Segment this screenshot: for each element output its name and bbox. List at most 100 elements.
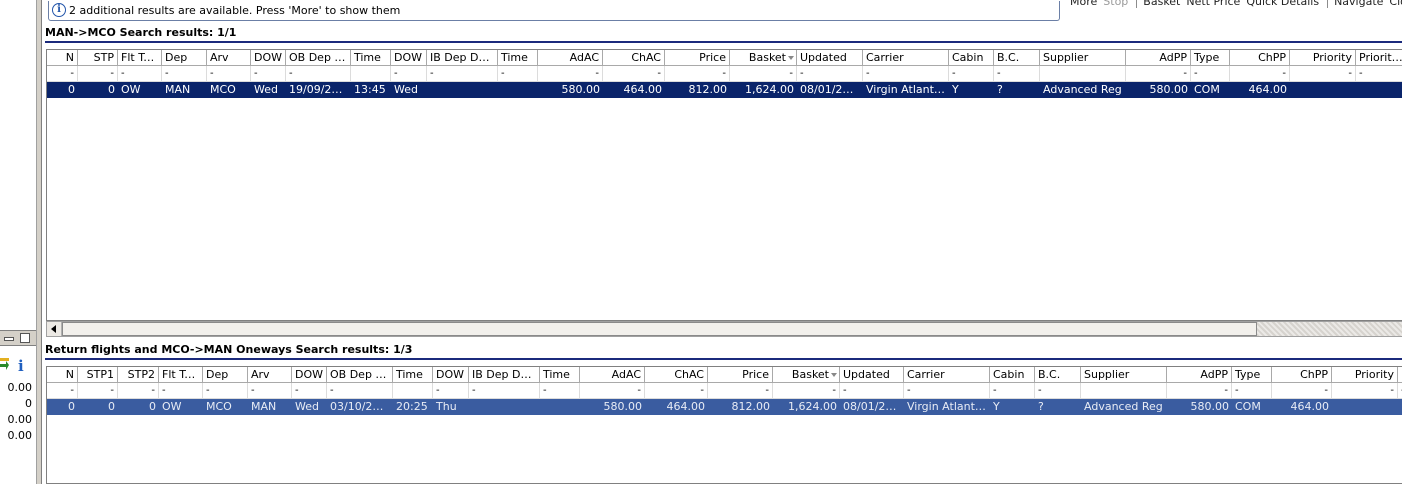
outbound-results-grid[interactable]: N STP Flt Type Dep Arv DOW OB Dep D... Time DOW I… bbox=[46, 49, 1402, 321]
filter-cell[interactable]: - bbox=[251, 66, 286, 82]
column-header[interactable]: N bbox=[47, 367, 78, 383]
filter-cell[interactable]: - bbox=[1230, 66, 1290, 82]
filter-cell[interactable]: - bbox=[47, 66, 78, 82]
filter-cell[interactable]: - bbox=[118, 383, 159, 399]
column-header[interactable]: Priority de bbox=[1356, 50, 1402, 66]
column-header[interactable]: ChAC bbox=[645, 367, 708, 383]
filter-cell[interactable]: - bbox=[665, 66, 730, 82]
column-header[interactable]: AdAC bbox=[580, 367, 645, 383]
filter-cell[interactable]: - bbox=[1332, 383, 1398, 399]
column-header[interactable]: OB Dep D... bbox=[286, 50, 351, 66]
column-header[interactable]: Type bbox=[1232, 367, 1272, 383]
toolbar-quick-details-button[interactable]: Quick Details bbox=[1246, 0, 1319, 8]
filter-cell[interactable]: - bbox=[78, 383, 118, 399]
column-header[interactable]: Dep bbox=[162, 50, 207, 66]
column-header[interactable]: Type bbox=[1191, 50, 1230, 66]
column-header[interactable]: ChPP bbox=[1230, 50, 1290, 66]
column-header[interactable]: Dep bbox=[203, 367, 248, 383]
filter-cell[interactable]: - bbox=[427, 66, 498, 82]
column-header[interactable]: Price bbox=[665, 50, 730, 66]
column-header[interactable]: Time bbox=[393, 367, 433, 383]
column-header[interactable]: N bbox=[47, 50, 78, 66]
column-header[interactable]: STP1 bbox=[78, 367, 118, 383]
filter-cell[interactable]: - bbox=[730, 66, 797, 82]
filter-cell[interactable]: - bbox=[603, 66, 665, 82]
info-icon[interactable]: i bbox=[18, 357, 28, 375]
column-header[interactable]: Arv bbox=[207, 50, 251, 66]
filter-cell[interactable]: - bbox=[207, 66, 251, 82]
scroll-left-arrow-icon[interactable] bbox=[47, 322, 62, 336]
column-header[interactable]: Updated bbox=[840, 367, 904, 383]
filter-cell[interactable]: - bbox=[1398, 383, 1402, 399]
minimize-icon[interactable] bbox=[4, 337, 14, 341]
filter-cell[interactable]: - bbox=[863, 66, 949, 82]
filter-cell[interactable]: - bbox=[327, 383, 393, 399]
filter-cell[interactable]: - bbox=[159, 383, 203, 399]
filter-cell[interactable]: - bbox=[47, 383, 78, 399]
filter-cell[interactable]: - bbox=[840, 383, 904, 399]
filter-cell[interactable] bbox=[1081, 383, 1167, 399]
column-header[interactable]: STP bbox=[78, 50, 118, 66]
column-header[interactable]: Flt Type bbox=[118, 50, 162, 66]
return-results-grid[interactable]: N STP1 STP2 Flt Type Dep Arv DOW OB Dep D... Tim… bbox=[46, 366, 1402, 484]
filter-cell[interactable] bbox=[1040, 66, 1126, 82]
filter-cell[interactable]: - bbox=[469, 383, 540, 399]
toolbar-navigate-button[interactable]: Navigate bbox=[1334, 0, 1383, 8]
filter-cell[interactable]: - bbox=[708, 383, 773, 399]
sort-descending-icon[interactable] bbox=[788, 56, 794, 60]
filter-cell[interactable]: - bbox=[1191, 66, 1230, 82]
column-header[interactable]: ChPP bbox=[1272, 367, 1332, 383]
scroll-track[interactable] bbox=[1257, 322, 1402, 336]
column-header[interactable]: Basket bbox=[773, 367, 840, 383]
filter-cell[interactable]: - bbox=[162, 66, 207, 82]
column-header[interactable]: Time bbox=[498, 50, 538, 66]
column-header[interactable]: B.C. bbox=[1035, 367, 1081, 383]
filter-cell[interactable]: - bbox=[1167, 383, 1232, 399]
column-header[interactable]: Pr bbox=[1398, 367, 1402, 383]
column-header[interactable]: Flt Type bbox=[159, 367, 203, 383]
column-header[interactable]: Time bbox=[540, 367, 580, 383]
column-header[interactable]: AdPP bbox=[1126, 50, 1191, 66]
column-header[interactable]: AdAC bbox=[538, 50, 603, 66]
filter-cell[interactable]: - bbox=[538, 66, 603, 82]
column-header[interactable]: Carrier bbox=[904, 367, 990, 383]
filter-cell[interactable]: - bbox=[1272, 383, 1332, 399]
filter-cell[interactable]: - bbox=[391, 66, 427, 82]
column-header[interactable]: Arv bbox=[248, 367, 292, 383]
toolbar-nett-price-button[interactable]: Nett Price bbox=[1186, 0, 1240, 8]
column-header[interactable]: ChAC bbox=[603, 50, 665, 66]
filter-cell[interactable]: - bbox=[1232, 383, 1272, 399]
maximize-icon[interactable] bbox=[20, 333, 30, 343]
filter-cell[interactable]: - bbox=[118, 66, 162, 82]
outbound-horizontal-scrollbar[interactable] bbox=[46, 321, 1402, 337]
column-header[interactable]: Cabin bbox=[990, 367, 1035, 383]
filter-cell[interactable]: - bbox=[797, 66, 863, 82]
column-header[interactable]: DOW bbox=[433, 367, 469, 383]
table-row[interactable]: 0 0 OW MAN MCO Wed 19/09/2018 13:45 Wed 580.00 464… bbox=[47, 82, 1402, 98]
filter-cell[interactable]: - bbox=[580, 383, 645, 399]
filter-cell[interactable]: - bbox=[773, 383, 840, 399]
filter-cell[interactable]: - bbox=[949, 66, 994, 82]
column-header[interactable]: DOW bbox=[391, 50, 427, 66]
column-header[interactable]: IB Dep Date bbox=[427, 50, 498, 66]
column-header[interactable]: B.C. bbox=[994, 50, 1040, 66]
filter-cell[interactable]: - bbox=[645, 383, 708, 399]
filter-cell[interactable]: - bbox=[1290, 66, 1356, 82]
column-header[interactable]: Price bbox=[708, 367, 773, 383]
column-header[interactable]: STP2 bbox=[118, 367, 159, 383]
column-header[interactable]: Cabin bbox=[949, 50, 994, 66]
scroll-thumb[interactable] bbox=[62, 322, 1257, 336]
sort-descending-icon[interactable] bbox=[831, 373, 837, 377]
column-header[interactable]: Basket bbox=[730, 50, 797, 66]
table-row[interactable]: 0 0 0 OW MCO MAN Wed 03/10/2018 20:25 Thu 580.00 46… bbox=[47, 399, 1402, 415]
column-header[interactable]: Priority bbox=[1332, 367, 1398, 383]
toolbar-more-button[interactable]: More bbox=[1070, 0, 1097, 8]
filter-cell[interactable]: - bbox=[248, 383, 292, 399]
filter-cell[interactable] bbox=[393, 383, 433, 399]
toolbar-close-button[interactable]: Close bbox=[1389, 0, 1402, 8]
column-header[interactable]: Updated bbox=[797, 50, 863, 66]
filter-cell[interactable]: - bbox=[433, 383, 469, 399]
filter-cell[interactable]: - bbox=[1035, 383, 1081, 399]
filter-cell[interactable]: - bbox=[498, 66, 538, 82]
toolbar-basket-button[interactable]: Basket bbox=[1143, 0, 1180, 8]
